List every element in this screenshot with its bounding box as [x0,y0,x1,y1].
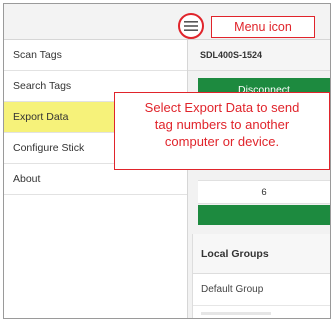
sidebar-item-label: Export Data [13,111,69,123]
sidebar-item-label: Configure Stick [13,142,85,154]
main-panel: SDL400S-1524 Disconnect 6 Local Groups D… [188,40,330,318]
group-item-partial[interactable] [193,306,330,318]
action-button[interactable] [198,205,330,225]
export-data-callout: Select Export Data to send tag numbers t… [114,92,330,170]
groups-header: Local Groups [193,234,330,274]
callout-line: computer or device. [164,134,280,149]
group-item-placeholder [201,311,271,315]
menu-icon-callout: Menu icon [211,16,315,38]
sidebar-item-label: Search Tags [13,80,72,92]
hamburger-menu-icon[interactable] [178,13,204,39]
callout-line: tag numbers to another [154,117,290,132]
callout-line: Select Export Data to send [144,100,300,115]
sidebar-item-label: About [13,173,41,185]
group-item-label: Default Group [201,284,264,295]
sidebar-menu: Scan Tags Search Tags Export Data Config… [4,40,188,318]
group-item-default[interactable]: Default Group [193,274,330,306]
tag-count: 6 [198,180,330,204]
device-name: SDL400S-1524 [188,40,330,71]
sidebar-item-label: Scan Tags [13,49,62,61]
sidebar-item-scan-tags[interactable]: Scan Tags [4,40,187,71]
local-groups-panel: Local Groups Default Group [192,234,330,318]
